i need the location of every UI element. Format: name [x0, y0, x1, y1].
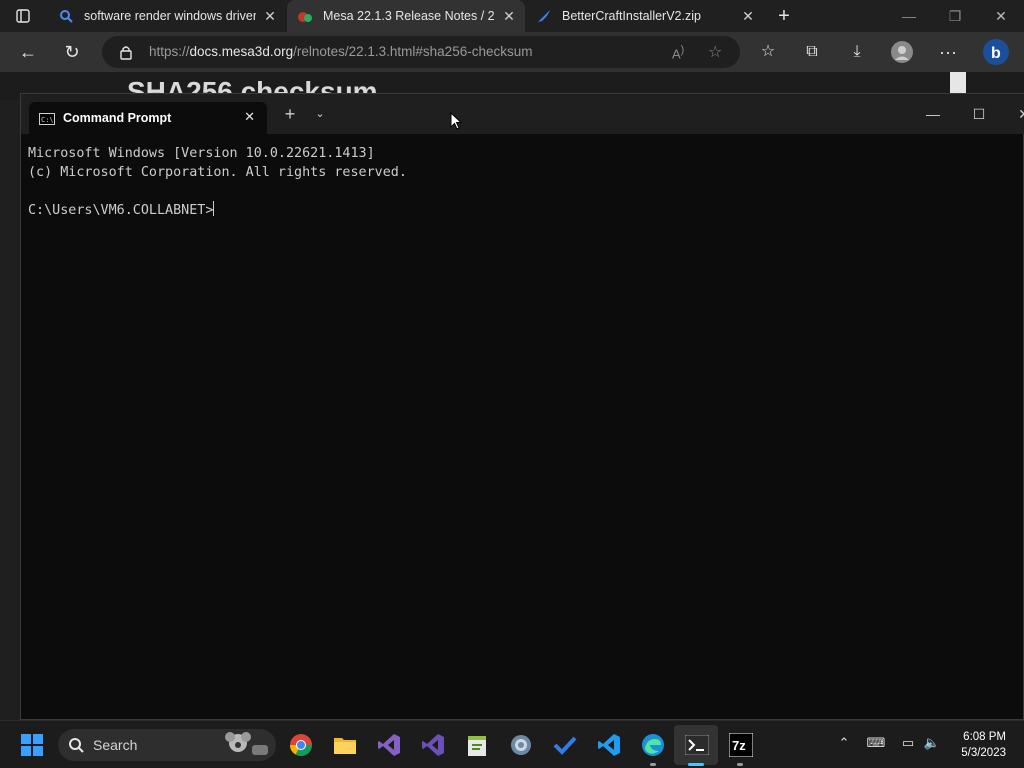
notepad-plus-plus-icon[interactable] — [461, 729, 493, 761]
favorites-icon[interactable]: ☆ — [752, 36, 784, 68]
tab-dropdown-icon[interactable]: ⌄ — [305, 104, 335, 124]
add-favorite-icon[interactable]: ☆ — [708, 42, 722, 62]
mouse-pointer-icon — [450, 111, 463, 135]
tab-actions-icon[interactable] — [15, 8, 31, 24]
pinned-app-indicator — [650, 763, 656, 766]
terminal-prompt-line[interactable]: C:\Users\VM6.COLLABNET> — [28, 201, 407, 220]
browser-tab-3[interactable]: BetterCraftInstallerV2.zip ✕ — [526, 0, 764, 32]
browser-tab-2[interactable]: Mesa 22.1.3 Release Notes / 202 ✕ — [287, 0, 525, 32]
mesa-icon — [297, 8, 313, 24]
close-tab-icon[interactable]: ✕ — [501, 8, 517, 24]
terminal-icon[interactable] — [681, 729, 713, 761]
tab-title: software render windows driver t — [84, 9, 256, 23]
file-explorer-icon[interactable] — [329, 729, 361, 761]
browser-tab-1[interactable]: software render windows driver t ✕ — [48, 0, 286, 32]
search-icon — [58, 8, 74, 24]
system-clock[interactable]: 6:08 PM 5/3/2023 — [961, 729, 1006, 761]
close-tab-icon[interactable]: ✕ — [740, 8, 756, 24]
koala-search-highlight-icon — [222, 731, 270, 764]
svg-text:C:\: C:\ — [41, 116, 54, 124]
minimize-button[interactable]: — — [886, 0, 932, 32]
search-icon — [68, 737, 84, 758]
visual-studio-preview-icon[interactable] — [417, 729, 449, 761]
address-toolbar: ← ↻ https://docs.mesa3d.org/relnotes/22.… — [0, 32, 1024, 72]
active-app-indicator — [688, 763, 704, 766]
search-label: Search — [93, 737, 138, 753]
terminal-window[interactable]: C:\ Command Prompt ✕ + ⌄ — ☐ ✕ Microsoft… — [20, 93, 1024, 720]
terminal-maximize-button[interactable]: ☐ — [964, 104, 994, 124]
tab-title: Mesa 22.1.3 Release Notes / 202 — [323, 9, 495, 23]
vscode-icon[interactable] — [593, 729, 625, 761]
svg-text:b: b — [991, 45, 1001, 62]
terminal-close-button[interactable]: ✕ — [1009, 104, 1024, 124]
terminal-line: ​ — [28, 182, 407, 201]
edge-icon[interactable] — [637, 729, 669, 761]
taskbar-search[interactable]: Search — [58, 729, 276, 761]
cmd-icon: C:\ — [39, 112, 55, 125]
collections-icon[interactable]: ⧉ — [796, 36, 828, 68]
close-window-button[interactable]: ✕ — [978, 0, 1024, 32]
todo-icon[interactable] — [549, 729, 581, 761]
rocket-icon — [536, 8, 552, 24]
new-tab-button[interactable]: + — [275, 104, 305, 124]
more-options-icon[interactable]: ··· — [932, 36, 964, 68]
refresh-button[interactable]: ↻ — [56, 36, 88, 68]
terminal-minimize-button[interactable]: — — [918, 104, 948, 124]
browser-tab-strip: software render windows driver t ✕ Mesa … — [0, 0, 1024, 32]
volume-icon[interactable]: 🔈 — [922, 735, 942, 755]
restore-button[interactable]: ❐ — [932, 0, 978, 32]
settings-icon[interactable] — [505, 729, 537, 761]
terminal-line: (c) Microsoft Corporation. All rights re… — [28, 165, 407, 180]
new-tab-button[interactable]: + — [772, 4, 796, 28]
downloads-icon[interactable]: ⤓ — [841, 36, 873, 68]
chevron-up-icon[interactable]: ⌃ — [834, 735, 854, 755]
chrome-icon[interactable] — [285, 729, 317, 761]
terminal-tab-title: Command Prompt — [63, 111, 172, 125]
close-tab-icon[interactable]: ✕ — [262, 8, 278, 24]
tab-title: BetterCraftInstallerV2.zip — [562, 9, 701, 23]
visual-studio-icon[interactable] — [373, 729, 405, 761]
lock-icon[interactable] — [118, 44, 134, 60]
keyboard-icon[interactable]: ⌨ — [866, 735, 886, 755]
clock-time: 6:08 PM — [963, 731, 1006, 743]
text-cursor — [213, 201, 215, 216]
bing-icon[interactable]: b — [980, 36, 1012, 68]
network-icon[interactable]: ▭ — [898, 735, 918, 755]
pinned-app-indicator — [737, 763, 743, 766]
terminal-titlebar[interactable]: C:\ Command Prompt ✕ + ⌄ — ☐ ✕ — [21, 94, 1024, 134]
read-aloud-icon[interactable]: A) — [672, 44, 684, 61]
terminal-output[interactable]: Microsoft Windows [Version 10.0.22621.14… — [28, 144, 407, 220]
clock-date: 5/3/2023 — [961, 747, 1006, 759]
close-tab-icon[interactable]: ✕ — [244, 109, 255, 125]
address-bar[interactable]: https://docs.mesa3d.org/relnotes/22.1.3.… — [102, 36, 740, 68]
url-text: https://docs.mesa3d.org/relnotes/22.1.3.… — [149, 44, 533, 59]
7zip-icon[interactable]: 7z — [725, 729, 757, 761]
back-button[interactable]: ← — [12, 36, 44, 68]
start-windows-icon[interactable] — [16, 729, 48, 761]
terminal-tab[interactable]: C:\ Command Prompt ✕ — [29, 102, 267, 134]
terminal-line: Microsoft Windows [Version 10.0.22621.14… — [28, 146, 375, 161]
svg-text:7z: 7z — [732, 738, 746, 753]
taskbar: Search 7z ⌃ ⌨ ▭ 🔈 6:08 PM 5/3/2023 — [0, 720, 1024, 768]
terminal-prompt: C:\Users\VM6.COLLABNET> — [28, 203, 214, 218]
profile-avatar[interactable] — [886, 36, 918, 68]
